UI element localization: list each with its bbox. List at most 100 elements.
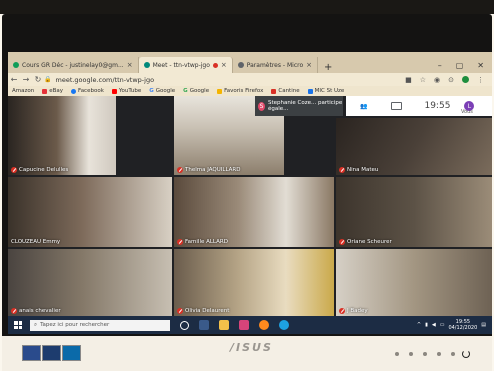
- taskbar-clock[interactable]: 19:55 04/12/2020: [448, 319, 477, 331]
- drive-icon: [13, 62, 19, 68]
- back-arrow-icon[interactable]: ←: [8, 75, 20, 84]
- participant-name: Olivia Delaurent: [185, 308, 230, 314]
- participant-tile[interactable]: Capucine Delulles: [8, 96, 116, 175]
- participant-name: Nina Mateu: [347, 167, 379, 173]
- you-label: Vous: [461, 109, 473, 115]
- participant-tile[interactable]: CLOUZEAU Emmy: [8, 177, 172, 247]
- mic-off-icon: [339, 308, 345, 314]
- monitor-button[interactable]: [395, 352, 399, 356]
- chevron-up-icon[interactable]: ^: [417, 322, 421, 328]
- brand-logo: /ISUS: [230, 341, 273, 354]
- puzzle-icon: [307, 88, 313, 94]
- windows-start-icon[interactable]: [14, 321, 22, 329]
- folder-icon: [217, 88, 223, 94]
- participant-name: Capucine Delulles: [19, 167, 69, 173]
- file-explorer-icon[interactable]: [219, 320, 229, 330]
- notification-text: Stephanie Coze... participe égale...: [268, 99, 343, 113]
- bookmark-favoris-firefox[interactable]: Favoris Firefox: [217, 88, 263, 94]
- tab-meet[interactable]: Meet - ttn-vtwp-jgo ×: [138, 57, 233, 73]
- participant-name: Famille ALLARD: [185, 239, 228, 245]
- shield-icon[interactable]: [462, 75, 469, 83]
- tab-cours[interactable]: Cours GR Déc - justinelay0@gm... ×: [8, 57, 139, 73]
- meet-grid: Capucine Delulles Thelma JAQUILLARD Nina…: [8, 96, 492, 316]
- tab-settings[interactable]: Paramètres - Micro ×: [233, 57, 318, 73]
- taskbar: ⌕ Tapez ici pour rechercher ^ ▮ ◀ ▭ 19:5…: [8, 316, 492, 334]
- tab-strip: Cours GR Déc - justinelay0@gm... × Meet …: [8, 52, 492, 73]
- ebay-icon: [42, 88, 48, 94]
- bookmark-mic[interactable]: MIC St Uze: [307, 88, 344, 94]
- recording-icon: [212, 62, 218, 68]
- keyboard-icon[interactable]: ▭: [440, 322, 445, 328]
- lock-icon: 🔒: [44, 76, 52, 83]
- mail-icon: [271, 88, 277, 94]
- url-input[interactable]: meet.google.com/ttn-vtwp-jgo: [55, 76, 154, 84]
- close-window-button[interactable]: ✕: [477, 61, 484, 70]
- extension-icon[interactable]: ◉: [434, 76, 440, 84]
- bookmark-google[interactable]: G Google: [149, 88, 175, 94]
- taskbar-search-input[interactable]: ⌕ Tapez ici pour rechercher: [30, 319, 170, 331]
- camera-icon[interactable]: ■: [405, 76, 412, 84]
- edge-icon[interactable]: [279, 320, 289, 330]
- chat-icon[interactable]: [391, 102, 403, 110]
- participant-name: Thelma JAQUILLARD: [185, 167, 241, 173]
- bookmark-facebook[interactable]: Facebook: [71, 88, 104, 94]
- participant-tile[interactable]: Famille ALLARD: [174, 177, 334, 247]
- bookmarks-bar: Amazon eBay Facebook YouTube G Google G Go…: [8, 86, 492, 96]
- participant-tile[interactable]: J Badey: [336, 249, 492, 316]
- participant-name: anais chevalier: [19, 308, 61, 314]
- maximize-button[interactable]: ▢: [456, 61, 464, 70]
- system-tray: ^ ▮ ◀ ▭ 19:55 04/12/2020 ▤: [417, 319, 492, 331]
- menu-icon[interactable]: ⋮: [477, 76, 484, 84]
- bookmark-youtube[interactable]: YouTube: [111, 88, 141, 94]
- google-icon: G: [183, 88, 188, 94]
- tab-label: Paramètres - Micro: [246, 61, 304, 69]
- background-wall: [0, 0, 494, 14]
- mic-off-icon: [177, 239, 183, 245]
- new-tab-button[interactable]: +: [318, 62, 338, 73]
- bookmark-google-2[interactable]: G Google: [183, 88, 209, 94]
- window-controls: – ▢ ✕: [438, 57, 492, 73]
- bookmark-amazon[interactable]: Amazon: [12, 88, 34, 94]
- close-icon[interactable]: ×: [306, 61, 312, 69]
- participant-tile[interactable]: Olivia Delaurent: [174, 249, 334, 316]
- cortana-icon[interactable]: [180, 320, 189, 330]
- sticker: [42, 345, 61, 361]
- close-icon[interactable]: ×: [127, 61, 133, 69]
- paint-icon[interactable]: [239, 320, 249, 330]
- sticker: [62, 345, 81, 361]
- task-view-icon[interactable]: [199, 320, 209, 330]
- bookmark-ebay[interactable]: eBay: [42, 88, 63, 94]
- profile-icon[interactable]: ⊙: [448, 76, 454, 84]
- notification-icon[interactable]: ▤: [481, 322, 486, 328]
- join-notification: S Stephanie Coze... participe égale...: [255, 96, 343, 116]
- mic-off-icon: [177, 308, 183, 314]
- taskbar-date: 04/12/2020: [448, 325, 478, 331]
- close-icon[interactable]: ×: [221, 61, 227, 69]
- network-icon[interactable]: ▮: [425, 322, 428, 328]
- monitor-button[interactable]: [423, 352, 427, 356]
- people-icon[interactable]: 👥: [360, 103, 367, 110]
- gear-icon: [237, 62, 244, 68]
- monitor-button[interactable]: [409, 352, 413, 356]
- address-bar: ← → ↻ 🔒 meet.google.com/ttn-vtwp-jgo ■ ☆…: [8, 73, 492, 86]
- search-icon: ⌕: [34, 321, 38, 328]
- monitor-button[interactable]: [437, 352, 441, 356]
- sticker: [22, 345, 41, 361]
- bookmark-cantine[interactable]: Cantine: [271, 88, 300, 94]
- participant-tile[interactable]: anais chevalier: [8, 249, 172, 316]
- avatar: S: [258, 101, 265, 111]
- mic-off-icon: [11, 167, 17, 173]
- power-icon[interactable]: [462, 350, 470, 358]
- reload-icon[interactable]: ↻: [32, 75, 44, 84]
- participant-tile[interactable]: Oriane Scheurer: [336, 177, 492, 247]
- mic-off-icon: [177, 167, 183, 173]
- participant-tile[interactable]: Nina Mateu: [336, 118, 492, 175]
- monitor-button[interactable]: [451, 352, 455, 356]
- meet-icon: [143, 62, 150, 68]
- volume-icon[interactable]: ◀: [432, 322, 436, 328]
- participant-name: CLOUZEAU Emmy: [11, 239, 61, 245]
- firefox-icon[interactable]: [259, 320, 269, 330]
- forward-arrow-icon[interactable]: →: [20, 75, 32, 84]
- star-icon[interactable]: ☆: [420, 76, 426, 84]
- minimize-button[interactable]: –: [438, 61, 442, 70]
